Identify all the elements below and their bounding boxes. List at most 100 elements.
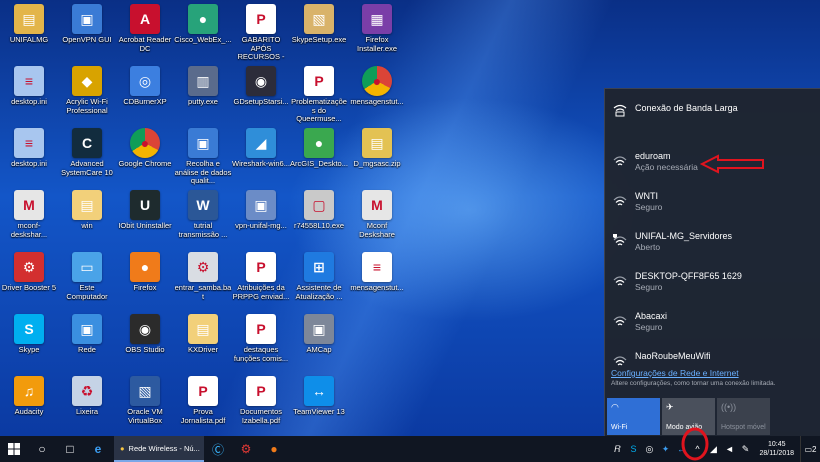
desktop-icon-label: UNIFALMG [9, 36, 49, 44]
desktop-icon-label: mconf-deskshar... [10, 222, 48, 239]
action-center-button[interactable]: ▭ 2 [800, 436, 820, 462]
broadband-icon [613, 104, 627, 116]
desktop-icon[interactable]: ▢ r74558L10.exe [290, 188, 348, 250]
desktop-icon[interactable]: ▣ AMCap [290, 312, 348, 374]
desktop-icon[interactable]: ◎ CDBurnerXP [116, 64, 174, 126]
desktop-icon[interactable]: ◉ OBS Studio [116, 312, 174, 374]
wifi-signal-secured-icon [613, 156, 627, 166]
desktop-icon[interactable]: ▤ D_mgsasc.zip [348, 126, 406, 188]
volume-icon[interactable]: ◄ [721, 436, 737, 462]
taskbar-app-chrome[interactable]: ● Rede Wireless - Nú... [114, 436, 204, 462]
desktop-icon[interactable]: Wtutrial transmissão ... [174, 188, 232, 250]
desktop-icon[interactable]: ≡ desktop.ini [0, 64, 58, 126]
people-icon[interactable]: 𝑅 [609, 436, 625, 462]
desktop-icon[interactable]: Mmconf-deskshar... [0, 188, 58, 250]
driver-booster-taskbar-button[interactable]: ⚙ [232, 436, 260, 462]
desktop-icon-label: desktop.ini [11, 98, 47, 106]
start-button[interactable] [0, 436, 28, 462]
wifi-network-4[interactable]: DESKTOP-QFF8F65 1629 Seguro [605, 265, 820, 305]
desktop-icon-label: AMCap [306, 346, 332, 354]
webex-icon: ● [188, 4, 218, 34]
desktop-icon[interactable]: ♻ Lixeira [58, 374, 116, 436]
desktop-icon[interactable]: P Prova Jornalista.pdf [174, 374, 232, 436]
wifi-network-3[interactable]: UNIFAL-MG_Servidores Aberto [605, 225, 820, 265]
desktop-icon-label: desktop.ini [11, 160, 47, 168]
monitor-network-icon: ▣ [72, 4, 102, 34]
task-view-icon: □ [66, 442, 74, 456]
desktop-icon[interactable]: A Acrobat Reader DC [116, 2, 174, 64]
desktop-icon[interactable]: ▭ Este Computador [58, 250, 116, 312]
desktop-icon[interactable]: U IObit Uninstaller [116, 188, 174, 250]
desktop-icon[interactable]: P Documentos Izabella.pdf [232, 374, 290, 436]
wifi-network-5[interactable]: Abacaxi Seguro [605, 305, 820, 345]
desktop-icon[interactable]: ● mensagenstut... [348, 64, 406, 126]
desktop-icon[interactable]: ▧ SkypeSetup.exe [290, 2, 348, 64]
wifi-network-2[interactable]: WNTI Seguro [605, 185, 820, 225]
desktop-icon[interactable]: ▥ putty.exe [174, 64, 232, 126]
desktop-icon[interactable]: ⊞ Assistente de Atualização ... [290, 250, 348, 312]
desktop-icon[interactable]: ● Firefox [116, 250, 174, 312]
tray-app-icon[interactable]: ◎ [641, 436, 657, 462]
network-settings-link[interactable]: Configurações de Rede e Internet [611, 368, 820, 379]
desktop-icon[interactable]: P Problematizações do Queermuse... [290, 64, 348, 126]
mobile-hotspot-toggle[interactable]: ((•)) Hotspot móvel [717, 398, 770, 435]
airplane-icon: ✈ [666, 402, 674, 412]
desktop-icon[interactable]: ◉ GDsetupStarsi... [232, 64, 290, 126]
desktop-icon[interactable]: ▣ Rede [58, 312, 116, 374]
desktop-icon[interactable]: ▦ Firefox Installer.exe [348, 2, 406, 64]
wifi-network-ssid: NaoRoubeMeuWifi [635, 351, 711, 361]
desktop-icon[interactable]: ⚙ entrar_samba.bat [174, 250, 232, 312]
firefox-icon: ● [270, 442, 278, 456]
desktop-icon-label: Documentos Izabella.pdf [239, 408, 283, 425]
mconf-icon: M [14, 190, 44, 220]
wifi-toggle[interactable]: ◠ Wi-Fi [607, 398, 660, 435]
desktop-icon-label: r74558L10.exe [293, 222, 345, 230]
desktop-icon-label: ArcGIS_Deskto... [290, 160, 348, 168]
clock[interactable]: 10:45 28/11/2018 [753, 440, 800, 458]
desktop-icon[interactable]: ▣ OpenVPN GUI [58, 2, 116, 64]
bluetooth-icon[interactable]: ✦ [657, 436, 673, 462]
desktop-icon-label: Skype [18, 346, 40, 354]
desktop-icon[interactable]: ● ArcGIS_Deskto... [290, 126, 348, 188]
skype-tray-icon[interactable]: S [625, 436, 641, 462]
exe-icon: ▢ [304, 190, 334, 220]
desktop-icon[interactable]: Pdestaques funções comis... [232, 312, 290, 374]
desktop-icon[interactable]: ● Google Chrome [116, 126, 174, 188]
desktop-icon[interactable]: ◢ Wireshark-win6... [232, 126, 290, 188]
wifi-signal-open-icon [613, 234, 627, 246]
systemcare-taskbar-button[interactable]: Ⓒ [204, 436, 232, 462]
wifi-network-ssid: eduroam [635, 151, 671, 161]
desktop-icon[interactable]: ▧ Oracle VM VirtualBox [116, 374, 174, 436]
search-button[interactable]: ○ [28, 436, 56, 462]
wifi-toggle-label: Wi-Fi [611, 424, 628, 431]
edge-icon: e [94, 442, 102, 456]
notification-count: 2 [812, 444, 817, 454]
systemcare-icon: C [72, 128, 102, 158]
desktop-icon[interactable]: ● Cisco_WebEx_... [174, 2, 232, 64]
desktop-icon-label: Oracle VM VirtualBox [127, 408, 163, 425]
desktop-icon[interactable]: ♫ Audacity [0, 374, 58, 436]
firefox-taskbar-button[interactable]: ● [260, 436, 288, 462]
desktop-icon[interactable]: ⚙ Driver Booster 5 [0, 250, 58, 312]
desktop-icon[interactable]: ◆ Acrylic Wi-Fi Professional [58, 64, 116, 126]
desktop-icon[interactable]: ▤ win [58, 188, 116, 250]
desktop-icon[interactable]: ▣ Recolha e análise de dados qualit... [174, 126, 232, 188]
desktop-icon-label: IObit Uninstaller [118, 222, 172, 230]
desktop-icon[interactable]: ≡ desktop.ini [0, 126, 58, 188]
desktop-icon-grid: ▤ UNIFALMG ▣ OpenVPN GUI A Acrobat Reader DC ●… [0, 2, 406, 436]
desktop-icon[interactable]: C Advanced SystemCare 10 [58, 126, 116, 188]
task-view-button[interactable]: □ [56, 436, 84, 462]
desktop-icon[interactable]: ▣ vpn-unifal-mg... [232, 188, 290, 250]
desktop-icon[interactable]: ↔ TeamViewer 13 [290, 374, 348, 436]
desktop-icon[interactable]: M Mconf Deskshare [348, 188, 406, 250]
hotspot-icon: ((•)) [721, 402, 737, 412]
pen-icon[interactable]: ✎ [737, 436, 753, 462]
edge-button[interactable]: e [84, 436, 112, 462]
desktop-icon[interactable]: ▤ KXDriver [174, 312, 232, 374]
desktop-icon[interactable]: ▤ UNIFALMG [0, 2, 58, 64]
desktop-icon[interactable]: ≡ mensagenstut... [348, 250, 406, 312]
desktop-icon[interactable]: P Atribuições da PRPPG enviad... [232, 250, 290, 312]
broadband-connection[interactable]: Conexão de Banda Larga [605, 89, 820, 127]
desktop-icon[interactable]: PGABARITO APÓS RECURSOS - Jo... [232, 2, 290, 64]
desktop-icon[interactable]: S Skype [0, 312, 58, 374]
